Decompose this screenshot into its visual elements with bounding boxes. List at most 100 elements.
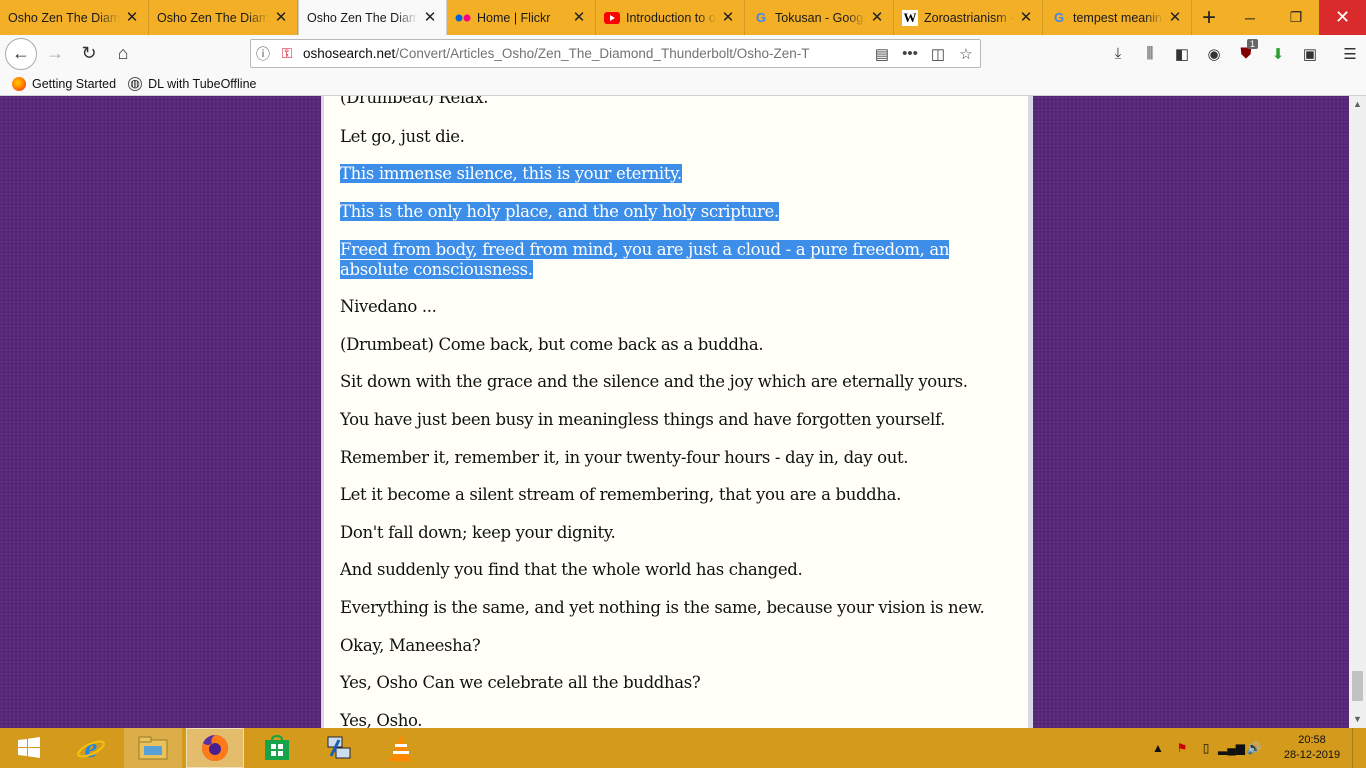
- paragraph-selected: Freed from body, freed from mind, you ar…: [340, 240, 950, 279]
- tab-title: Tokusan - Google: [775, 10, 865, 25]
- tab-tokusan[interactable]: G Tokusan - Google ✕: [745, 0, 894, 35]
- tab-title: tempest meaning: [1073, 10, 1163, 25]
- account-icon[interactable]: ◉: [1198, 45, 1230, 63]
- clock-time: 20:58: [1298, 734, 1326, 746]
- close-icon[interactable]: ✕: [124, 9, 140, 26]
- reader-view-icon[interactable]: ▤: [868, 45, 896, 63]
- scrollbar-thumb[interactable]: [1352, 671, 1363, 701]
- tab-wikipedia[interactable]: W Zoroastrianism - ✕: [894, 0, 1043, 35]
- article-column: (Drumbeat) Relax. Let go, just die. This…: [321, 96, 1033, 728]
- action-center-flag-icon[interactable]: ⚑: [1170, 741, 1194, 755]
- close-icon[interactable]: ✕: [571, 9, 587, 26]
- ublock-icon[interactable]: ⛊ 1: [1230, 39, 1262, 62]
- power-icon[interactable]: ▯: [1194, 741, 1218, 755]
- clock[interactable]: 20:58 28-12-2019: [1272, 733, 1352, 763]
- forward-button[interactable]: →: [39, 38, 71, 70]
- bookmark-getting-started[interactable]: Getting Started: [12, 76, 117, 91]
- close-icon[interactable]: ✕: [1167, 9, 1183, 26]
- store-icon[interactable]: [248, 728, 306, 768]
- paragraph: Yes, Osho.: [340, 711, 423, 728]
- tab-flickr[interactable]: Home | Flickr ✕: [447, 0, 596, 35]
- toolbar-icons: ⤓ ⫼ ◧ ◉ ⛊ 1 ⬇ ▣ ☰: [1102, 35, 1366, 72]
- reload-button[interactable]: ↻: [73, 38, 105, 70]
- window-close-icon[interactable]: ✕: [1319, 0, 1366, 35]
- extension-icon[interactable]: ▣: [1294, 45, 1326, 63]
- network-tool-icon[interactable]: [310, 728, 368, 768]
- back-button[interactable]: ←: [5, 37, 37, 70]
- show-hidden-icons-icon[interactable]: ▲: [1146, 741, 1170, 755]
- start-icon[interactable]: [0, 728, 58, 768]
- bookmark-tubeoffline[interactable]: ◍ DL with TubeOffline: [128, 76, 257, 91]
- paragraph: Okay, Maneesha?: [340, 636, 481, 655]
- tab-title: Osho Zen The Diamond: [157, 10, 269, 25]
- insecure-lock-icon[interactable]: ⚿: [275, 45, 299, 62]
- page-actions-icon[interactable]: •••: [896, 45, 924, 62]
- close-icon[interactable]: ✕: [869, 9, 885, 26]
- bookmark-label: DL with TubeOffline: [148, 76, 257, 91]
- ie-icon[interactable]: e: [62, 728, 120, 768]
- tab-tempest[interactable]: G tempest meaning ✕: [1043, 0, 1192, 35]
- minimize-icon[interactable]: ─: [1227, 0, 1273, 35]
- flickr-icon: [455, 10, 471, 26]
- paragraph: Sit down with the grace and the silence …: [340, 372, 968, 391]
- tab-title: Zoroastrianism -: [924, 10, 1014, 25]
- tab-osho-1[interactable]: Osho Zen The Diamond ✕: [0, 0, 149, 35]
- tab-strip: Osho Zen The Diamond ✕ Osho Zen The Diam…: [0, 0, 1366, 35]
- info-icon[interactable]: ⓘ: [251, 44, 275, 64]
- close-icon[interactable]: ✕: [273, 9, 289, 26]
- url-text[interactable]: oshosearch.net/Convert/Articles_Osho/Zen…: [299, 46, 868, 61]
- pocket-icon[interactable]: ◫: [924, 45, 952, 63]
- sidebar-icon[interactable]: ◧: [1166, 45, 1198, 63]
- paragraph: You have just been busy in meaningless t…: [340, 410, 946, 429]
- google-icon: G: [755, 10, 767, 25]
- tab-title: Home | Flickr: [477, 10, 551, 25]
- menu-icon[interactable]: ☰: [1334, 45, 1366, 63]
- paragraph: (Drumbeat) Relax.: [340, 96, 489, 107]
- ublock-badge: 1: [1247, 39, 1259, 49]
- paragraph-selected: This is the only holy place, and the onl…: [340, 202, 779, 221]
- window-controls: ─ ❐ ✕: [1227, 0, 1366, 35]
- firefox-icon[interactable]: [186, 728, 244, 768]
- paragraph: And suddenly you find that the whole wor…: [340, 560, 803, 579]
- svg-text:e: e: [85, 733, 97, 763]
- show-desktop-button[interactable]: [1352, 728, 1366, 768]
- paragraph: Everything is the same, and yet nothing …: [340, 598, 985, 617]
- vlc-icon[interactable]: [372, 728, 430, 768]
- download-helper-icon[interactable]: ⬇: [1262, 45, 1294, 63]
- restore-icon[interactable]: ❐: [1273, 0, 1319, 35]
- new-tab-button[interactable]: +: [1192, 0, 1226, 35]
- vertical-scrollbar[interactable]: ▲ ▼: [1349, 96, 1366, 728]
- bookmark-star-icon[interactable]: ☆: [952, 45, 980, 63]
- wikipedia-icon: W: [902, 9, 918, 26]
- file-explorer-icon[interactable]: [124, 728, 182, 768]
- bookmark-label: Getting Started: [32, 76, 117, 91]
- tab-osho-3-active[interactable]: Osho Zen The Diamond ✕: [298, 0, 447, 35]
- paragraph: Yes, Osho Can we celebrate all the buddh…: [340, 673, 701, 692]
- volume-icon[interactable]: 🔊: [1242, 741, 1266, 755]
- tab-title: Osho Zen The Diamond: [307, 10, 418, 25]
- address-bar[interactable]: ⓘ ⚿ oshosearch.net/Convert/Articles_Osho…: [250, 39, 981, 68]
- tab-osho-2[interactable]: Osho Zen The Diamond ✕: [149, 0, 298, 35]
- globe-icon: ◍: [128, 76, 143, 91]
- downloads-icon[interactable]: ⤓: [1102, 45, 1134, 62]
- paragraph: Nivedano ...: [340, 297, 437, 316]
- paragraph: Don't fall down; keep your dignity.: [340, 523, 616, 542]
- library-icon[interactable]: ⫼: [1134, 45, 1166, 62]
- tab-title: Introduction to o: [626, 10, 716, 25]
- close-icon[interactable]: ✕: [1018, 9, 1034, 26]
- home-button[interactable]: ⌂: [107, 38, 139, 70]
- scroll-up-icon[interactable]: ▲: [1349, 96, 1366, 113]
- close-icon[interactable]: ✕: [422, 9, 438, 26]
- url-path: /Convert/Articles_Osho/Zen_The_Diamond_T…: [395, 46, 810, 61]
- tab-youtube[interactable]: Introduction to o ✕: [596, 0, 745, 35]
- navigation-toolbar: ← → ↻ ⌂ ⓘ ⚿ oshosearch.net/Convert/Artic…: [0, 35, 1366, 72]
- paragraph: Remember it, remember it, in your twenty…: [340, 448, 909, 467]
- url-domain: oshosearch.net: [303, 46, 396, 61]
- page-viewport: (Drumbeat) Relax. Let go, just die. This…: [0, 96, 1349, 728]
- taskbar: e ▲ ⚑ ▯ ▂▄▆ 🔊 20:58 28-12-2019: [0, 728, 1366, 768]
- close-icon[interactable]: ✕: [720, 9, 736, 26]
- signal-icon[interactable]: ▂▄▆: [1218, 741, 1245, 755]
- paragraph: (Drumbeat) Come back, but come back as a…: [340, 335, 764, 354]
- system-tray: ▲ ⚑ ▯ ▂▄▆ 🔊 20:58 28-12-2019: [1146, 728, 1366, 768]
- scroll-down-icon[interactable]: ▼: [1349, 711, 1366, 728]
